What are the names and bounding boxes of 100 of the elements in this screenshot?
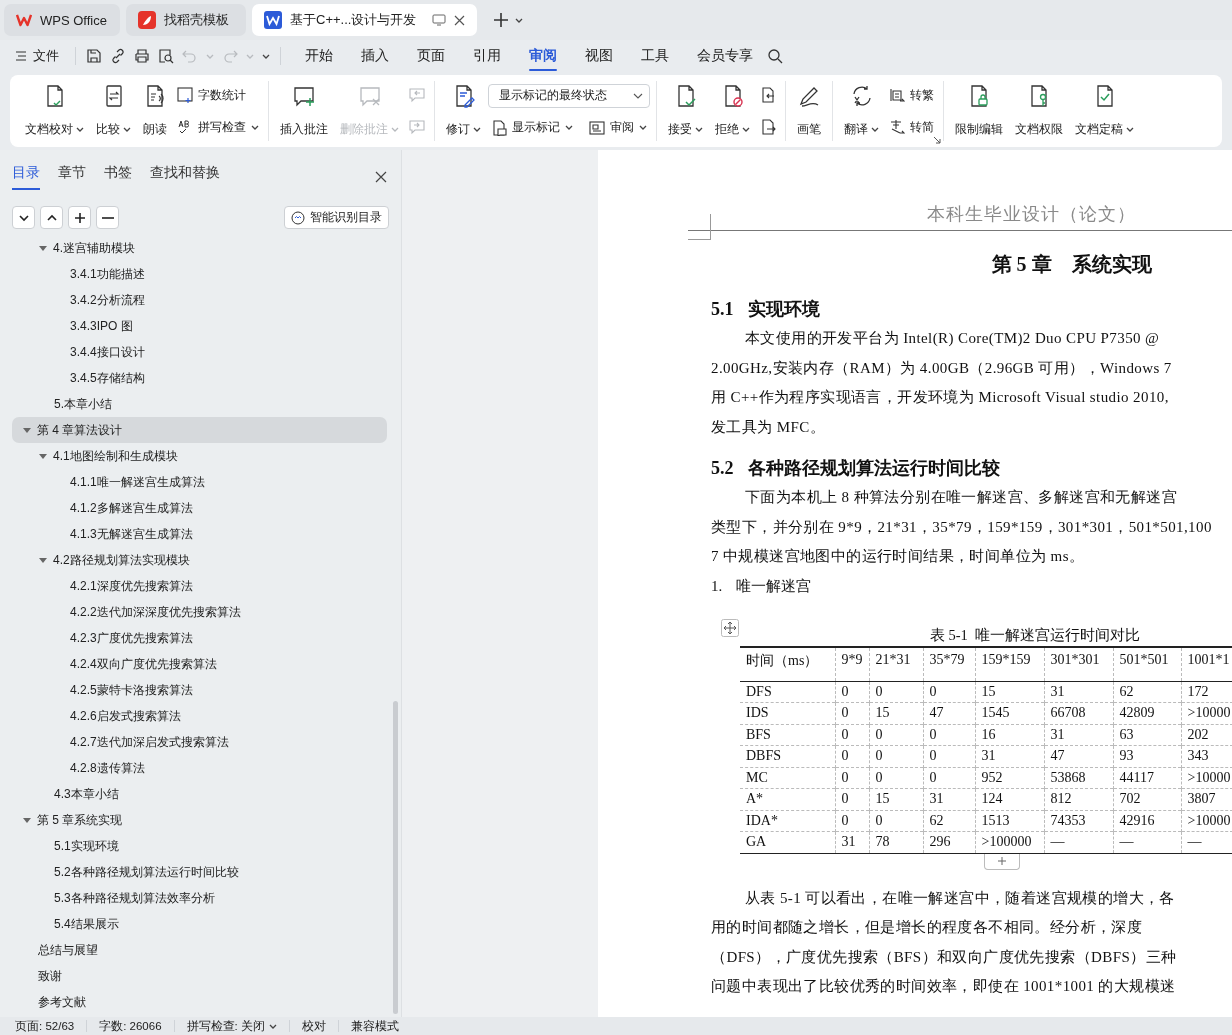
table-cell: 124 xyxy=(975,788,1044,810)
toc-item[interactable]: 第 5 章系统实现 xyxy=(12,807,387,833)
ribbon-button[interactable]: 限制编辑 xyxy=(950,81,1008,141)
toc-item[interactable]: 4.迷宫辅助模块 xyxy=(12,235,387,261)
expand-triangle-icon[interactable] xyxy=(38,555,48,565)
ribbon-button[interactable]: 显示标记 xyxy=(488,117,576,139)
toc-item[interactable]: 5.本章小结 xyxy=(12,391,387,417)
ribbon-tab[interactable]: 工具 xyxy=(641,41,669,71)
toc-item[interactable]: 4.1.2多解迷宫生成算法 xyxy=(12,495,387,521)
remove-button[interactable] xyxy=(96,206,119,229)
ribbon-tab[interactable]: 会员专享 xyxy=(697,41,753,71)
w-logo-icon xyxy=(16,13,32,27)
ribbon-tab[interactable]: 视图 xyxy=(585,41,613,71)
toc-item[interactable]: 3.4.1功能描述 xyxy=(12,261,387,287)
ribbon-button[interactable]: 画笔 xyxy=(792,81,826,141)
ribbon-button[interactable]: 拼写检查 xyxy=(174,116,262,138)
ribbon-button[interactable]: 转简 xyxy=(886,116,937,138)
add-button[interactable] xyxy=(68,206,91,229)
ribbon-button[interactable]: 翻译 xyxy=(839,81,884,141)
ribbon-tab[interactable]: 页面 xyxy=(417,41,445,71)
expand-triangle-icon[interactable] xyxy=(22,815,32,825)
toc-item[interactable]: 第 4 章算法设计 xyxy=(12,417,387,443)
status-item: 页面: 52/63 xyxy=(15,1020,88,1032)
expand-triangle-icon[interactable] xyxy=(22,425,32,435)
ribbon-button[interactable]: 接受 xyxy=(663,81,708,141)
ribbon-tab[interactable]: 审阅 xyxy=(529,41,557,71)
search-icon[interactable] xyxy=(767,48,783,64)
toc-item[interactable]: 4.2.5蒙特卡洛搜索算法 xyxy=(12,677,387,703)
ribbon-button[interactable]: 字数统计 xyxy=(174,84,262,106)
ribbon-button[interactable]: 插入批注 xyxy=(275,81,333,141)
expand-triangle-icon[interactable] xyxy=(38,451,48,461)
section-number: 5.1 xyxy=(711,298,734,320)
pane-tab[interactable]: 书签 xyxy=(104,164,132,190)
toc-item[interactable]: 3.4.3IPO 图 xyxy=(12,313,387,339)
ribbon-button[interactable]: 比较 xyxy=(91,81,136,141)
previous-comment-icon xyxy=(409,87,425,103)
ribbon-button[interactable]: 拒绝 xyxy=(710,81,755,141)
ribbon-tab[interactable]: 开始 xyxy=(305,41,333,71)
ribbon-tab[interactable]: 插入 xyxy=(361,41,389,71)
toc-item[interactable]: 3.4.4接口设计 xyxy=(12,339,387,365)
ribbon-tab[interactable]: 引用 xyxy=(473,41,501,71)
toc-item[interactable]: 3.4.2分析流程 xyxy=(12,287,387,313)
expand-button[interactable] xyxy=(40,206,63,229)
table-cell: 62 xyxy=(1113,681,1181,703)
print-icon[interactable] xyxy=(134,48,150,64)
toc-item[interactable]: 4.3本章小结 xyxy=(12,781,387,807)
markup-dropdown[interactable]: 显示标记的最终状态 xyxy=(488,83,650,108)
ribbon-button[interactable]: 修订 xyxy=(441,81,486,141)
browser-tab[interactable]: 基于C++...设计与开发 xyxy=(252,4,478,36)
toc-item[interactable]: 参考文献 xyxy=(12,989,387,1015)
toc-item[interactable]: 4.1.3无解迷宫生成算法 xyxy=(12,521,387,547)
toc-item[interactable]: 总结与展望 xyxy=(12,937,387,963)
browser-tab[interactable]: 找稻壳模板 xyxy=(126,4,246,36)
ribbon-button[interactable]: 朗读 xyxy=(138,81,172,141)
paragraph-line: 用的时间都随之增长，但是增长的程度各不相同。经分析，深度 xyxy=(711,918,1144,937)
move-handle-icon[interactable] xyxy=(721,619,739,637)
file-menu-button[interactable]: 文件 xyxy=(16,47,65,65)
toc-item[interactable]: 4.2路径规划算法实现模块 xyxy=(12,547,387,573)
plus-icon[interactable] xyxy=(493,12,510,28)
table-cell: 0 xyxy=(923,724,975,746)
scrollbar-thumb[interactable] xyxy=(393,701,398,1014)
pane-tab[interactable]: 目录 xyxy=(12,164,40,190)
toc-item[interactable]: 5.1实现环境 xyxy=(12,833,387,859)
toc-item[interactable]: 4.1地图绘制和生成模块 xyxy=(12,443,387,469)
table-cell: >100000 xyxy=(975,831,1044,853)
pane-tab[interactable]: 章节 xyxy=(58,164,86,190)
toc-item[interactable]: 5.4结果展示 xyxy=(12,911,387,937)
ribbon-button[interactable]: 转繁 xyxy=(886,84,937,106)
toc-item[interactable]: 5.3各种路径规划算法效率分析 xyxy=(12,885,387,911)
toc-item[interactable]: 4.2.8遗传算法 xyxy=(12,755,387,781)
toc-item[interactable]: 4.2.1深度优先搜索算法 xyxy=(12,573,387,599)
browser-tab[interactable]: WPS Office xyxy=(4,4,120,36)
print-preview-icon[interactable] xyxy=(158,48,174,64)
toc-item[interactable]: 4.1.1唯一解迷宫生成算法 xyxy=(12,469,387,495)
collapse-button[interactable] xyxy=(12,206,35,229)
table-cell: 343 xyxy=(1181,745,1232,767)
toc-item[interactable]: 致谢 xyxy=(12,963,387,989)
table-cell: — xyxy=(1181,831,1232,853)
dialog-launcher-icon[interactable] xyxy=(933,136,941,144)
ribbon-button[interactable]: 文档权限 xyxy=(1010,81,1068,141)
expand-triangle-icon[interactable] xyxy=(38,243,48,253)
plus-icon xyxy=(997,856,1007,866)
toc-item[interactable]: 4.2.2迭代加深深度优先搜索算法 xyxy=(12,599,387,625)
close-icon[interactable] xyxy=(375,171,387,183)
table-cell: 42809 xyxy=(1113,702,1181,724)
toc-item[interactable]: 4.2.4双向广度优先搜索算法 xyxy=(12,651,387,677)
ribbon-button[interactable]: 文档校对 xyxy=(20,81,89,141)
toc-item[interactable]: 4.2.3广度优先搜索算法 xyxy=(12,625,387,651)
link-icon[interactable] xyxy=(110,48,126,64)
close-icon[interactable] xyxy=(454,14,466,26)
ribbon-button[interactable]: 文档定稿 xyxy=(1070,81,1139,141)
toc-item[interactable]: 4.2.7迭代加深启发式搜索算法 xyxy=(12,729,387,755)
ribbon-button[interactable]: 审阅 xyxy=(586,117,650,139)
smart-toc-button[interactable]: 智能识别目录 xyxy=(284,206,389,229)
pane-tab[interactable]: 查找和替换 xyxy=(150,164,220,190)
spell-check-status-button[interactable]: 拼写检查: 关闭 xyxy=(186,1020,290,1032)
toc-item[interactable]: 4.2.6启发式搜索算法 xyxy=(12,703,387,729)
toc-item[interactable]: 3.4.5存储结构 xyxy=(12,365,387,391)
save-icon[interactable] xyxy=(86,48,102,64)
toc-item[interactable]: 5.2各种路径规划算法运行时间比较 xyxy=(12,859,387,885)
